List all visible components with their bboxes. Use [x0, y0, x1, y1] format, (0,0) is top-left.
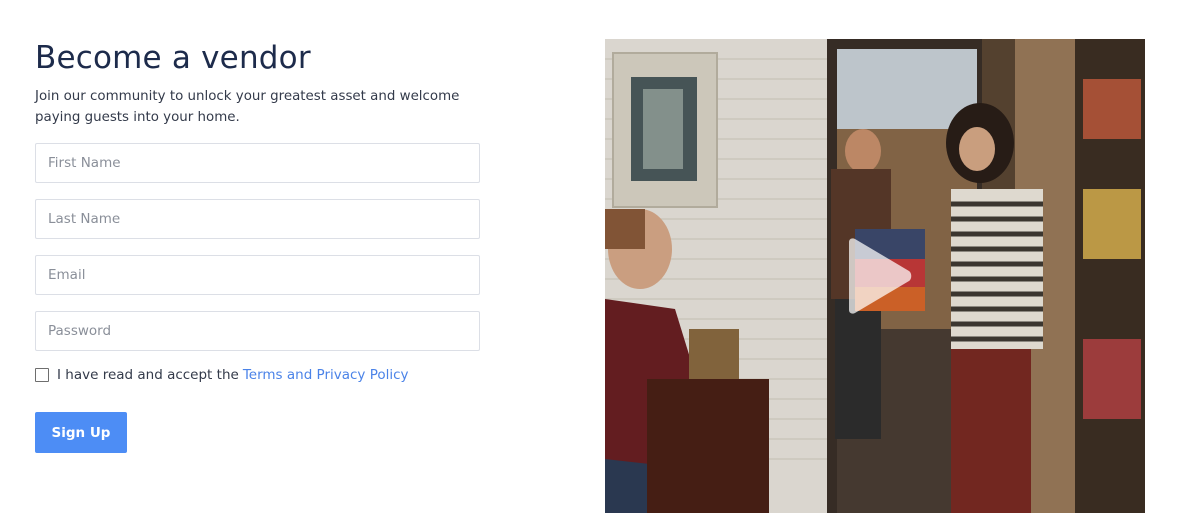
terms-privacy-link[interactable]: Terms and Privacy Policy	[243, 367, 409, 383]
password-input[interactable]	[35, 311, 480, 351]
page-title: Become a vendor	[35, 40, 311, 76]
terms-row: I have read and accept the Terms and Pri…	[35, 367, 409, 383]
terms-checkbox[interactable]	[35, 368, 49, 382]
sign-up-button[interactable]: Sign Up	[35, 412, 127, 453]
first-name-input[interactable]	[35, 143, 480, 183]
promo-video[interactable]	[605, 39, 1145, 513]
page-subtitle: Join our community to unlock your greate…	[35, 89, 460, 125]
last-name-input[interactable]	[35, 199, 480, 239]
play-icon[interactable]	[843, 238, 913, 314]
signup-form-section: Become a vendor Join our community to un…	[35, 36, 481, 453]
email-input[interactable]	[35, 255, 480, 295]
terms-text: I have read and accept the	[57, 367, 239, 383]
vendor-signup-page: Become a vendor Join our community to un…	[0, 0, 1177, 527]
